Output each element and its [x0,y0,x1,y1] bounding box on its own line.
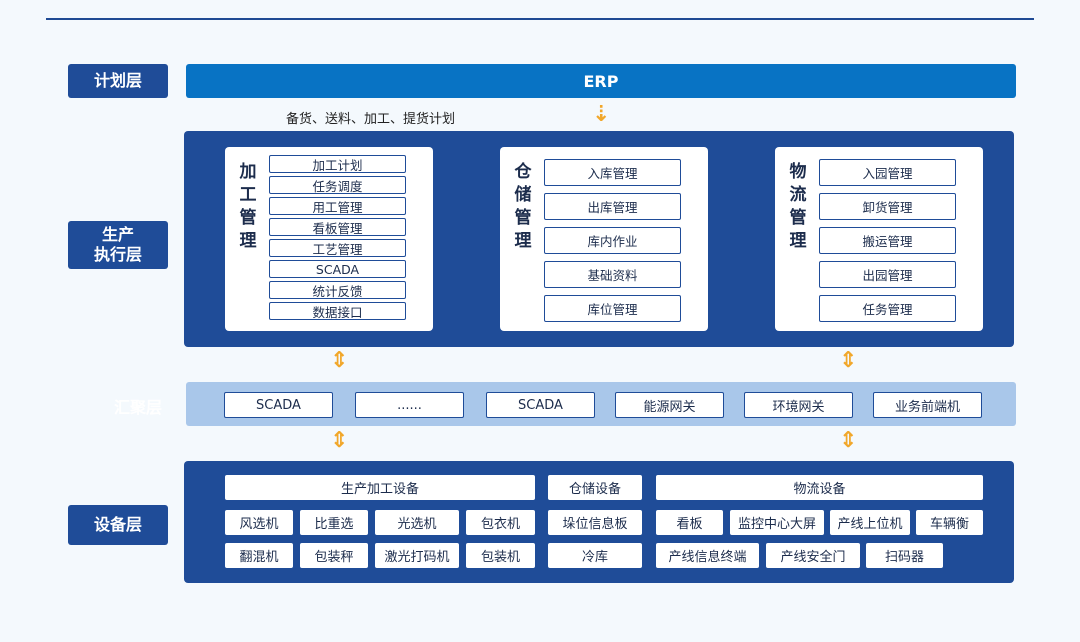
group-production: 生产加工设备 [225,475,535,500]
logistics-device: 产线安全门 [766,543,860,568]
storage-item: 入库管理 [544,159,681,186]
agg-layer-label: 汇聚层 [113,398,162,417]
logistics-device: 监控中心大屏 [730,510,824,535]
agg-item: 业务前端机 [873,392,982,418]
storage-card: 仓储管理 入库管理 出库管理 库内作业 基础资料 库位管理 [500,147,708,331]
exec-panel: 加工管理 加工计划 任务调度 用工管理 看板管理 工艺管理 SCADA 统计反馈… [184,131,1014,347]
production-device: 翻混机 [225,543,293,568]
top-divider [46,18,1034,20]
aggregation-panel: 汇聚层 SCADA ...... SCADA 能源网关 环境网关 业务前端机 [114,382,1016,426]
storage-item: 基础资料 [544,261,681,288]
processing-item: 用工管理 [269,197,406,215]
production-device: 激光打码机 [375,543,459,568]
double-arrow-icon: ⇕ [330,428,349,453]
processing-item: 工艺管理 [269,239,406,257]
logistics-item: 卸货管理 [819,193,956,220]
plan-layer-label: 计划层 [68,64,168,98]
processing-item: 数据接口 [269,302,406,320]
agg-item: 能源网关 [615,392,724,418]
logistics-device: 扫码器 [866,543,943,568]
processing-item: 任务调度 [269,176,406,194]
processing-item: 看板管理 [269,218,406,236]
storage-item: 出库管理 [544,193,681,220]
device-panel: 生产加工设备 仓储设备 物流设备 风选机 比重选 光选机 包衣机 翻混机 包装秤… [184,461,1014,583]
processing-item: 加工计划 [269,155,406,173]
logistics-item: 搬运管理 [819,227,956,254]
double-arrow-icon: ⇕ [839,428,858,453]
storage-item: 库位管理 [544,295,681,322]
logistics-device: 看板 [656,510,723,535]
processing-item: SCADA [269,260,406,278]
agg-item: ...... [355,392,464,418]
logistics-device: 产线信息终端 [656,543,759,568]
storage-device: 垛位信息板 [548,510,642,535]
erp-bar: ERP [186,64,1016,98]
agg-item: SCADA [486,392,595,418]
logistics-card: 物流管理 入园管理 卸货管理 搬运管理 出园管理 任务管理 [775,147,983,331]
logistics-item: 任务管理 [819,295,956,322]
logistics-item: 出园管理 [819,261,956,288]
double-arrow-icon: ⇕ [330,348,349,373]
double-arrow-icon: ⇕ [839,348,858,373]
card-title-logistics: 物流管理 [789,162,807,251]
storage-item: 库内作业 [544,227,681,254]
production-device: 包装机 [466,543,535,568]
agg-item: 环境网关 [744,392,853,418]
plan-note: 备货、送料、加工、提货计划 [286,112,456,127]
card-title-storage: 仓储管理 [514,162,532,251]
storage-device: 冷库 [548,543,642,568]
production-device: 包衣机 [466,510,535,535]
card-title-processing: 加工管理 [239,162,257,251]
production-device: 光选机 [375,510,459,535]
production-device: 比重选 [300,510,368,535]
production-device: 风选机 [225,510,293,535]
group-logistics: 物流设备 [656,475,983,500]
logistics-item: 入园管理 [819,159,956,186]
agg-item: SCADA [224,392,333,418]
exec-layer-label: 生产 执行层 [68,221,168,269]
device-layer-label: 设备层 [68,505,168,545]
logistics-device: 产线上位机 [830,510,910,535]
production-device: 包装秤 [300,543,368,568]
processing-item: 统计反馈 [269,281,406,299]
down-arrow-icon: ⇣ [592,102,611,127]
group-storage: 仓储设备 [548,475,642,500]
processing-card: 加工管理 加工计划 任务调度 用工管理 看板管理 工艺管理 SCADA 统计反馈… [225,147,433,331]
logistics-device: 车辆衡 [916,510,983,535]
